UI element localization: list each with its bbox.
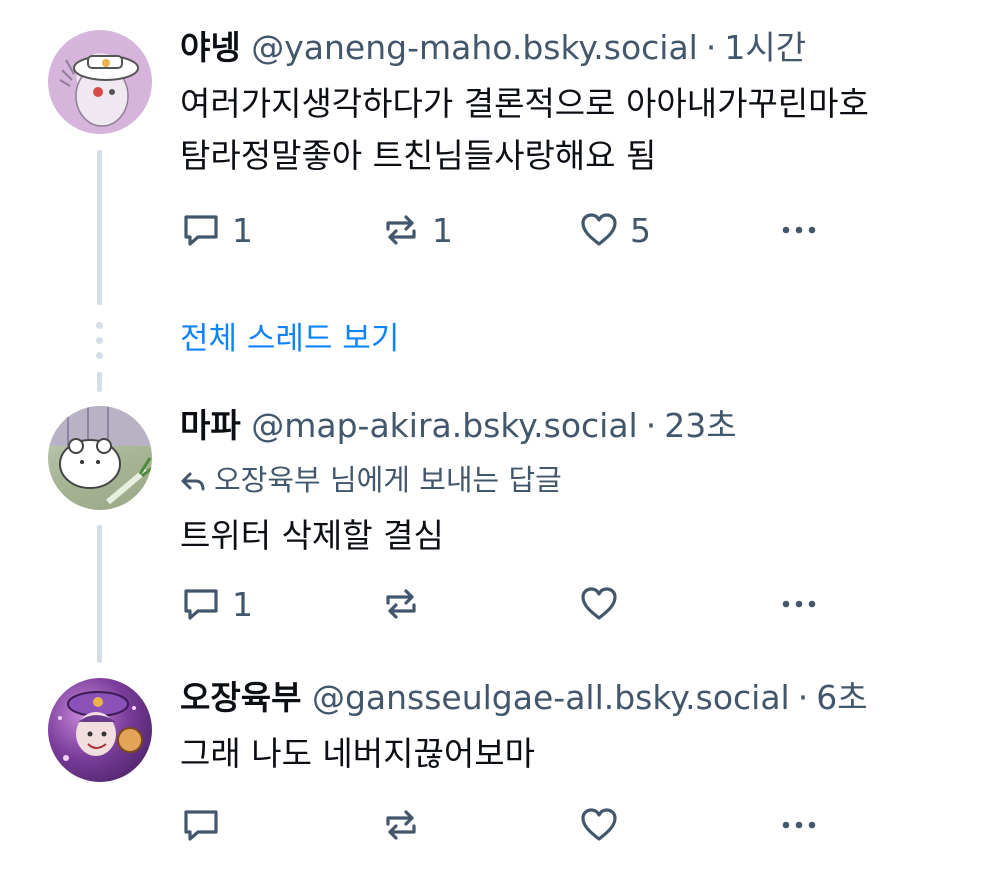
post-2[interactable]: 마파 @map-akira.bsky.social · 23초 오장육부 님에게 보… — [0, 380, 1000, 660]
post-text: 트위터 삭제할 결심 — [180, 510, 444, 562]
reply-button[interactable]: 1 — [180, 208, 253, 252]
separator-dot: · — [645, 406, 657, 445]
thread-ellipsis-dot — [96, 322, 103, 329]
reply-button[interactable] — [180, 803, 232, 847]
post-text: 여러가지생각하다가 결론적으로 아아내가꾸린마호 탐라정말좋아 트친님들사랑해요… — [180, 78, 869, 182]
post-text-line: 탐라정말좋아 트친님들사랑해요 됨 — [180, 136, 657, 175]
post-actions: 1 — [180, 582, 840, 626]
speech-bubble-icon — [184, 810, 218, 841]
post-time[interactable]: 6초 — [816, 678, 867, 717]
reply-arrow-icon — [181, 472, 205, 491]
heart-icon — [581, 808, 617, 841]
reply-context-text: 오장육부 님에게 보내는 답글 — [214, 463, 562, 497]
repost-arrows-icon — [386, 215, 416, 245]
more-dots-icon — [782, 600, 816, 608]
more-dots-icon — [782, 226, 816, 234]
reply-count: 1 — [232, 210, 253, 250]
post-text-line: 여러가지생각하다가 결론적으로 아아내가꾸린마호 — [180, 84, 869, 123]
repost-button[interactable] — [380, 582, 432, 626]
avatar[interactable] — [48, 406, 152, 510]
heart-icon — [581, 587, 617, 620]
like-button[interactable] — [578, 582, 630, 626]
author-name[interactable]: 오장육부 — [180, 678, 301, 717]
post-text-line: 그래 나도 네버지끊어보마 — [180, 734, 535, 773]
reply-count: 1 — [232, 584, 253, 624]
post-time[interactable]: 23초 — [664, 406, 736, 445]
like-button[interactable]: 5 — [578, 208, 651, 252]
avatar[interactable] — [48, 678, 152, 782]
see-full-thread-link[interactable]: 전체 스레드 보기 — [180, 313, 399, 358]
like-count: 5 — [630, 210, 651, 250]
author-handle[interactable]: @yaneng-maho.bsky.social — [251, 28, 698, 67]
more-dots-icon — [782, 821, 816, 829]
repost-button[interactable] — [380, 803, 432, 847]
post-actions: 1 1 5 — [180, 208, 840, 252]
reply-context[interactable]: 오장육부 님에게 보내는 답글 — [180, 462, 562, 498]
separator-dot: · — [797, 678, 809, 717]
post-header: 야넹 @yaneng-maho.bsky.social · 1시간 — [180, 28, 806, 68]
speech-bubble-icon — [184, 215, 218, 246]
post-actions — [180, 803, 840, 847]
post-text: 그래 나도 네버지끊어보마 — [180, 728, 535, 780]
author-handle[interactable]: @map-akira.bsky.social — [251, 406, 637, 445]
repost-count: 1 — [432, 210, 453, 250]
author-handle[interactable]: @gansseulgae-all.bsky.social — [312, 678, 790, 717]
post-header: 오장육부 @gansseulgae-all.bsky.social · 6초 — [180, 678, 868, 718]
thread-ellipsis-dot — [96, 337, 103, 344]
thread-ellipsis-dot — [96, 352, 103, 359]
avatar[interactable] — [48, 30, 152, 134]
author-name[interactable]: 야넹 — [180, 28, 241, 67]
more-button[interactable] — [778, 803, 820, 847]
post-time[interactable]: 1시간 — [724, 28, 806, 67]
repost-arrows-icon — [386, 810, 416, 840]
repost-arrows-icon — [386, 589, 416, 619]
post-text-line: 트위터 삭제할 결심 — [180, 516, 444, 555]
separator-dot: · — [705, 28, 717, 67]
like-button[interactable] — [578, 803, 630, 847]
post-3[interactable]: 오장육부 @gansseulgae-all.bsky.social · 6초 그래 … — [0, 660, 1000, 874]
more-button[interactable] — [778, 582, 820, 626]
post-1[interactable]: 야넹 @yaneng-maho.bsky.social · 1시간 여러가지생각하다… — [0, 0, 1000, 300]
heart-icon — [581, 213, 617, 246]
reply-button[interactable]: 1 — [180, 582, 253, 626]
more-button[interactable] — [778, 208, 820, 252]
author-name[interactable]: 마파 — [180, 406, 241, 445]
speech-bubble-icon — [184, 589, 218, 620]
post-header: 마파 @map-akira.bsky.social · 23초 — [180, 406, 737, 446]
repost-button[interactable]: 1 — [380, 208, 453, 252]
